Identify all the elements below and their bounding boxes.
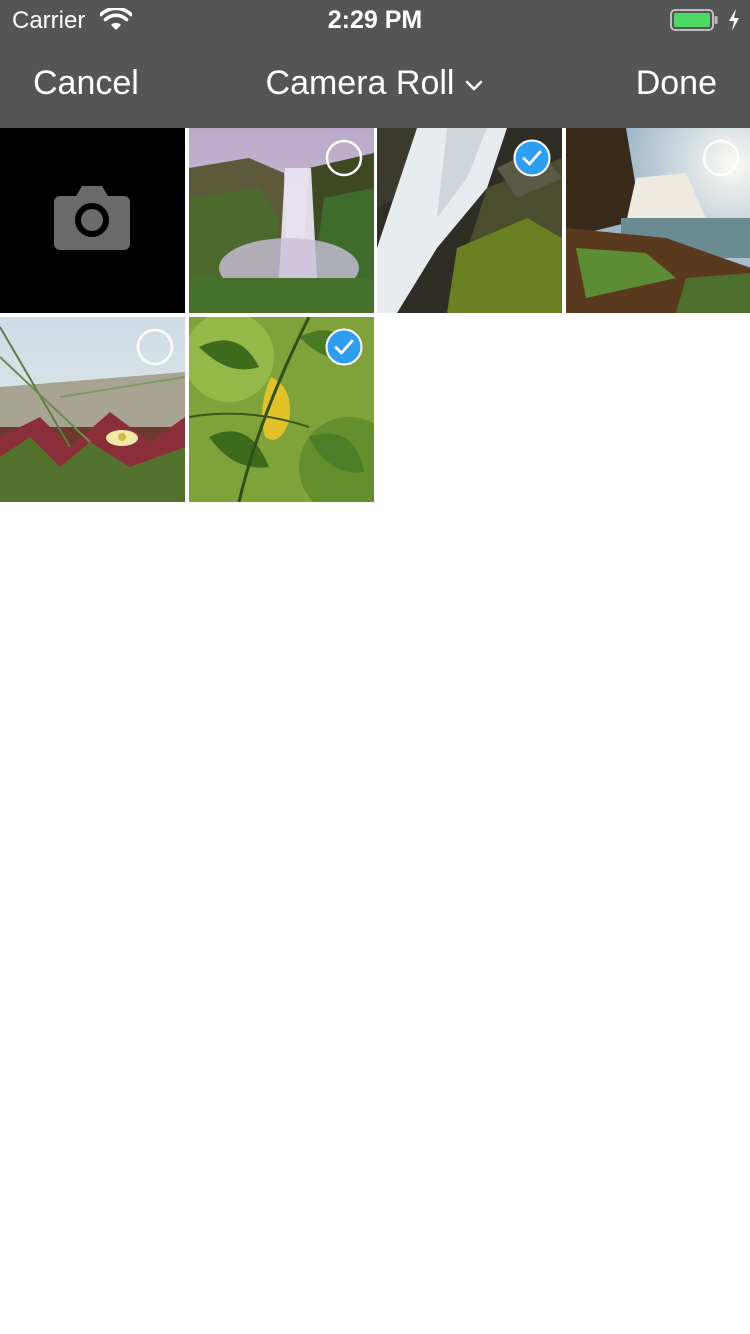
camera-tile[interactable] bbox=[0, 128, 185, 313]
status-bar: Carrier 2:29 PM bbox=[0, 0, 750, 40]
selection-circle-icon bbox=[702, 139, 740, 177]
selection-circle-icon bbox=[136, 328, 174, 366]
photo-thumbnail[interactable] bbox=[189, 317, 374, 502]
photo-thumbnail[interactable] bbox=[566, 128, 750, 313]
charging-bolt-icon bbox=[729, 9, 739, 31]
selection-circle-icon bbox=[325, 139, 363, 177]
battery-icon bbox=[670, 9, 718, 31]
selected-checkmark-icon bbox=[325, 328, 363, 366]
navigation-bar: Cancel Camera Roll Done bbox=[0, 40, 750, 128]
photo-thumbnail[interactable] bbox=[377, 128, 562, 313]
photo-thumbnail[interactable] bbox=[0, 317, 185, 502]
selected-checkmark-icon bbox=[513, 139, 551, 177]
clock: 2:29 PM bbox=[327, 6, 423, 34]
album-title: Camera Roll bbox=[265, 64, 455, 102]
chevron-down-icon bbox=[466, 80, 483, 90]
photo-thumbnail[interactable] bbox=[189, 128, 374, 313]
done-button[interactable]: Done bbox=[636, 64, 717, 103]
camera-icon bbox=[54, 186, 130, 250]
